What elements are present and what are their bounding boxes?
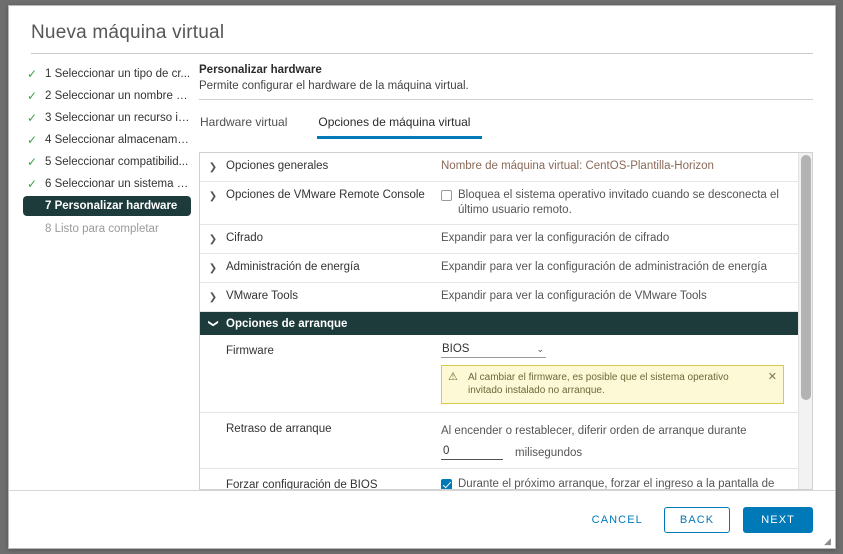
accordion-row-label: Administración de energía bbox=[226, 261, 360, 273]
back-button[interactable]: BACK bbox=[663, 506, 731, 533]
firmware-label: Firmware bbox=[226, 345, 274, 357]
chevron-right-icon: ❯ bbox=[208, 292, 218, 303]
sidebar-step-6[interactable]: ✓ 6 Seleccionar un sistema o... bbox=[23, 174, 191, 193]
force-bios-description: Durante el próximo arranque, forzar el i… bbox=[458, 478, 775, 489]
sidebar-step-1[interactable]: ✓ 1 Seleccionar un tipo de cr... bbox=[23, 64, 191, 83]
accordion-row-value: Expandir para ver la configuración de ad… bbox=[441, 261, 768, 273]
main-header: Personalizar hardware Permite configurar… bbox=[199, 64, 813, 100]
tab-hardware-virtual[interactable]: Hardware virtual bbox=[199, 111, 299, 139]
sidebar-step-5[interactable]: ✓ 5 Seleccionar compatibilid... bbox=[23, 152, 191, 171]
sidebar-step-3[interactable]: ✓ 3 Seleccionar un recurso in... bbox=[23, 108, 191, 127]
accordion-row-vmware-remote-console[interactable]: ❯ Opciones de VMware Remote Console Bloq… bbox=[200, 182, 798, 225]
firmware-warning-banner: ⚠ Al cambiar el firmware, es posible que… bbox=[441, 365, 784, 404]
close-icon[interactable]: ✕ bbox=[765, 371, 777, 384]
chevron-right-icon: ❯ bbox=[208, 263, 218, 274]
page-title: Personalizar hardware bbox=[199, 64, 322, 76]
accordion-row-value: Expandir para ver la configuración de ci… bbox=[441, 232, 670, 244]
dialog-title: Nueva máquina virtual bbox=[31, 22, 813, 54]
check-icon: ✓ bbox=[27, 110, 38, 125]
boot-delay-label: Retraso de arranque bbox=[226, 423, 332, 435]
firmware-select[interactable]: BIOS ⌄ bbox=[441, 343, 546, 358]
lock-guest-os-label: Bloquea el sistema operativo invitado cu… bbox=[458, 189, 779, 216]
wizard-steps-sidebar: ✓ 1 Seleccionar un tipo de cr... ✓ 2 Sel… bbox=[9, 64, 195, 490]
boot-delay-description: Al encender o restablecer, diferir orden… bbox=[441, 425, 747, 437]
main-content: Personalizar hardware Permite configurar… bbox=[195, 64, 835, 490]
accordion-row-vmware-tools[interactable]: ❯ VMware Tools Expandir para ver la conf… bbox=[200, 283, 798, 312]
accordion-row-value: Nombre de máquina virtual: CentOS-Planti… bbox=[441, 160, 714, 172]
new-vm-wizard-dialog: Nueva máquina virtual ✓ 1 Seleccionar un… bbox=[8, 5, 836, 549]
sidebar-step-8[interactable]: 8 Listo para completar bbox=[23, 219, 191, 238]
warning-text: Al cambiar el firmware, es posible que e… bbox=[468, 372, 729, 396]
chevron-right-icon: ❯ bbox=[208, 162, 218, 173]
options-scroll-area: ❯ Opciones generales Nombre de máquina v… bbox=[200, 153, 798, 489]
boot-delay-input[interactable]: 0 bbox=[441, 445, 503, 460]
options-panel: ❯ Opciones generales Nombre de máquina v… bbox=[199, 152, 813, 490]
accordion-row-administracion-energia[interactable]: ❯ Administración de energía Expandir par… bbox=[200, 254, 798, 283]
dialog-body: ✓ 1 Seleccionar un tipo de cr... ✓ 2 Sel… bbox=[9, 54, 835, 490]
warning-triangle-icon: ⚠ bbox=[448, 371, 458, 383]
sidebar-step-label: 2 Seleccionar un nombre y ... bbox=[45, 89, 191, 102]
sidebar-step-label: 6 Seleccionar un sistema o... bbox=[45, 177, 191, 190]
next-button[interactable]: NEXT bbox=[743, 506, 813, 533]
check-icon: ✓ bbox=[27, 176, 38, 191]
dialog-title-area: Nueva máquina virtual bbox=[9, 6, 835, 54]
sidebar-step-label: 4 Seleccionar almacenamie... bbox=[45, 133, 191, 146]
check-icon: ✓ bbox=[27, 154, 38, 169]
cancel-button[interactable]: CANCEL bbox=[584, 508, 651, 532]
sidebar-step-label: 1 Seleccionar un tipo de cr... bbox=[45, 67, 191, 80]
sidebar-step-7-customize-hardware[interactable]: 7 Personalizar hardware bbox=[23, 196, 191, 216]
firmware-row: Firmware BIOS ⌄ ⚠ Al cambiar el firmware… bbox=[200, 335, 798, 413]
accordion-row-value-wrap: Bloquea el sistema operativo invitado cu… bbox=[441, 188, 798, 218]
accordion-row-label: Cifrado bbox=[226, 232, 264, 244]
firmware-value-area: BIOS ⌄ ⚠ Al cambiar el firmware, es posi… bbox=[441, 343, 798, 404]
sidebar-step-4[interactable]: ✓ 4 Seleccionar almacenamie... bbox=[23, 130, 191, 149]
sidebar-step-label: 3 Seleccionar un recurso in... bbox=[45, 111, 191, 124]
chevron-down-icon: ❯ bbox=[207, 319, 219, 328]
chevron-down-icon: ⌄ bbox=[536, 343, 544, 354]
boot-options-title: Opciones de arranque bbox=[226, 317, 348, 330]
options-scrollbar-thumb[interactable] bbox=[801, 155, 811, 400]
accordion-row-label: VMware Tools bbox=[226, 290, 299, 302]
tab-opciones-maquina-virtual[interactable]: Opciones de máquina virtual bbox=[317, 111, 483, 139]
sidebar-step-label: 8 Listo para completar bbox=[45, 222, 159, 235]
accordion-row-opciones-generales[interactable]: ❯ Opciones generales Nombre de máquina v… bbox=[200, 153, 798, 182]
resize-handle-icon[interactable]: ◢ bbox=[824, 537, 833, 546]
accordion-row-opciones-de-arranque[interactable]: ❯ Opciones de arranque bbox=[200, 312, 798, 335]
check-icon: ✓ bbox=[27, 88, 38, 103]
chevron-right-icon: ❯ bbox=[208, 191, 218, 202]
check-icon: ✓ bbox=[27, 132, 38, 147]
firmware-selected-value: BIOS bbox=[442, 343, 470, 355]
sidebar-step-label: 7 Personalizar hardware bbox=[45, 200, 178, 212]
sidebar-step-label: 5 Seleccionar compatibilid... bbox=[45, 155, 189, 168]
lock-guest-os-checkbox[interactable] bbox=[441, 190, 452, 201]
boot-delay-unit: milisegundos bbox=[515, 446, 583, 459]
dialog-footer: CANCEL BACK NEXT bbox=[9, 490, 835, 548]
options-scrollbar-track[interactable] bbox=[798, 153, 812, 489]
boot-delay-row: Retraso de arranque Al encender o restab… bbox=[200, 413, 798, 469]
check-icon: ✓ bbox=[27, 66, 38, 81]
accordion-row-label: Opciones de VMware Remote Console bbox=[226, 189, 425, 201]
force-bios-checkbox[interactable] bbox=[441, 479, 452, 489]
boot-delay-value-area: Al encender o restablecer, diferir orden… bbox=[441, 421, 798, 460]
accordion-row-label: Opciones generales bbox=[226, 160, 329, 172]
page-subtitle: Permite configurar el hardware de la máq… bbox=[199, 80, 469, 92]
force-bios-value-area: Durante el próximo arranque, forzar el i… bbox=[441, 477, 798, 489]
chevron-right-icon: ❯ bbox=[208, 234, 218, 245]
accordion-row-cifrado[interactable]: ❯ Cifrado Expandir para ver la configura… bbox=[200, 225, 798, 254]
sidebar-step-2[interactable]: ✓ 2 Seleccionar un nombre y ... bbox=[23, 86, 191, 105]
tab-bar: Hardware virtual Opciones de máquina vir… bbox=[199, 111, 813, 139]
force-bios-label: Forzar configuración de BIOS bbox=[226, 479, 378, 489]
force-bios-setup-row: Forzar configuración de BIOS Durante el … bbox=[200, 469, 798, 489]
accordion-row-value: Expandir para ver la configuración de VM… bbox=[441, 290, 707, 302]
